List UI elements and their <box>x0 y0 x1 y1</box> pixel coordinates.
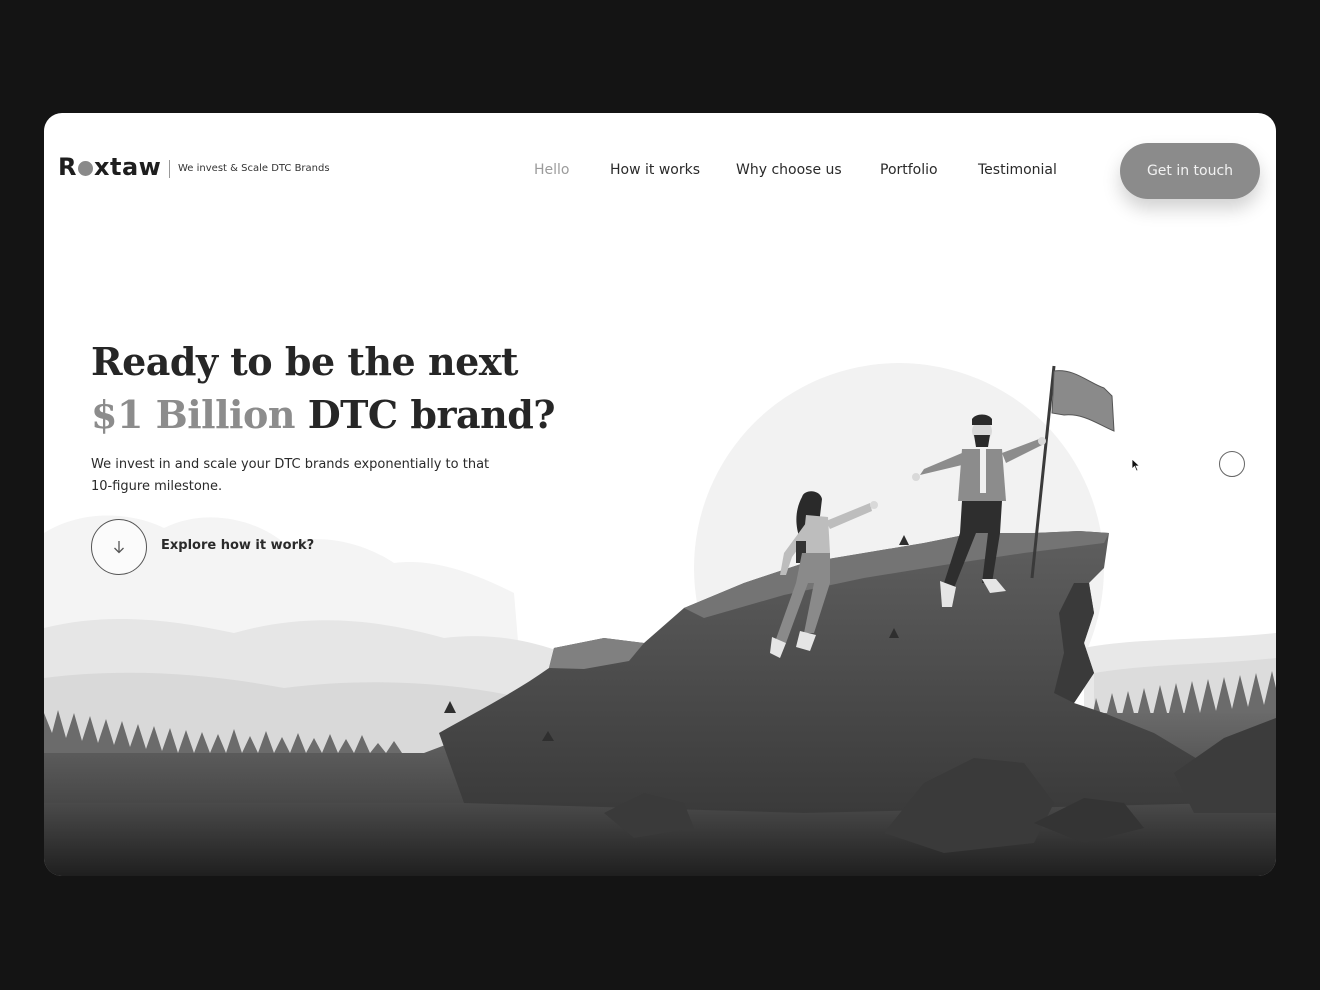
hero-subtitle-line-1: We invest in and scale your DTC brands e… <box>91 457 490 472</box>
nav-item-portfolio[interactable]: Portfolio <box>880 162 938 178</box>
site-header: R xtaw We invest & Scale DTC Brands Hell… <box>44 113 1276 223</box>
logo-text-start: R <box>58 153 77 181</box>
get-in-touch-button[interactable]: Get in touch <box>1120 143 1260 199</box>
nav-item-why-choose-us[interactable]: Why choose us <box>736 162 842 178</box>
hero-title: Ready to be the next $1 Billion DTC bran… <box>91 335 556 441</box>
arrow-down-icon <box>114 541 124 554</box>
flag <box>1051 370 1115 432</box>
nav-item-testimonial[interactable]: Testimonial <box>978 162 1057 178</box>
nav-item-hello[interactable]: Hello <box>534 162 570 178</box>
hero-title-accent: $1 Billion <box>91 392 295 437</box>
landing-page-card: R xtaw We invest & Scale DTC Brands Hell… <box>44 113 1276 876</box>
hero-title-line-1: Ready to be the next <box>91 339 518 384</box>
hero-title-rest: DTC brand? <box>307 392 556 437</box>
brand-logo[interactable]: R xtaw <box>58 153 161 181</box>
hero-title-line-2: $1 Billion DTC brand? <box>91 388 556 441</box>
explore-button[interactable] <box>91 519 147 575</box>
slider-indicator[interactable] <box>1219 451 1245 477</box>
brand-tagline: We invest & Scale DTC Brands <box>178 163 330 174</box>
mouse-pointer-icon <box>1131 458 1141 472</box>
explore-link[interactable]: Explore how it work? <box>161 538 314 553</box>
logo-text-end: xtaw <box>93 153 162 181</box>
hero-subtitle-line-2: 10-figure milestone. <box>91 479 223 494</box>
logo-divider <box>169 160 170 178</box>
logo-o-dot <box>77 160 93 176</box>
hero-subtitle: We invest in and scale your DTC brands e… <box>91 454 521 498</box>
nav-item-how-it-works[interactable]: How it works <box>610 162 700 178</box>
